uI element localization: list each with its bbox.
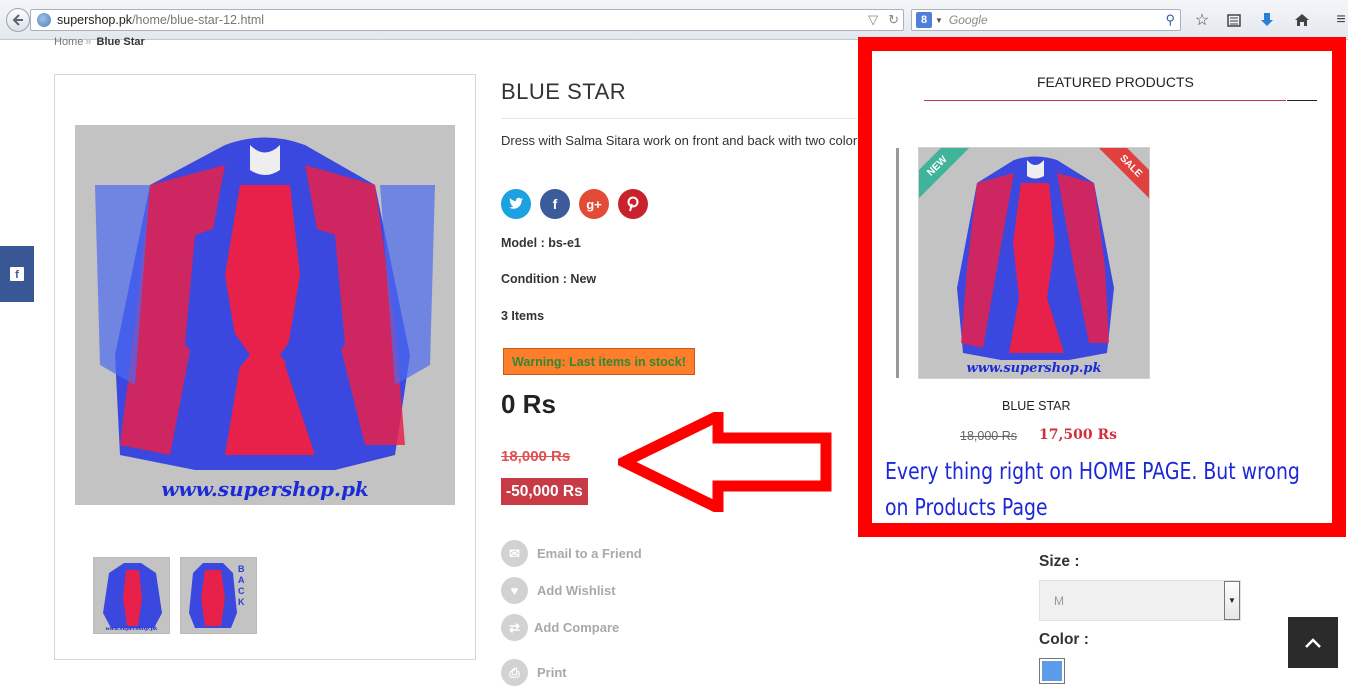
breadcrumb-current: Blue Star: [96, 36, 145, 48]
print-link[interactable]: ⎙ Print: [501, 659, 567, 686]
email-friend-label: Email to a Friend: [537, 546, 642, 561]
size-select-value: M: [1054, 594, 1064, 608]
shuffle-icon: ⇄: [501, 614, 528, 641]
bookmark-star-icon[interactable]: ☆: [1191, 9, 1213, 31]
printer-icon: ⎙: [501, 659, 528, 686]
globe-icon: [37, 13, 51, 27]
annotation-arrow-icon: [618, 412, 832, 512]
featured-old-price: 18,000 Rs: [960, 429, 1017, 443]
size-select[interactable]: M ▼: [1039, 580, 1241, 621]
featured-product-name[interactable]: BLUE STAR: [1002, 399, 1071, 413]
annotation-text: Every thing right on HOME PAGE. But wron…: [885, 454, 1311, 526]
featured-carousel-edge: [896, 148, 899, 378]
product-quantity: 3 Items: [501, 309, 545, 323]
breadcrumb: Home» Blue Star: [54, 36, 145, 48]
envelope-icon: ✉: [501, 540, 528, 567]
title-divider: [501, 118, 857, 119]
thumbnail-watermark: www.supershop.pk: [105, 626, 158, 632]
product-main-image[interactable]: www.supershop.pk: [75, 125, 455, 505]
download-icon[interactable]: [1256, 9, 1278, 31]
add-wishlist-link[interactable]: ♥ Add Wishlist: [501, 577, 616, 604]
product-thumbnail-front[interactable]: www.supershop.pk: [93, 557, 170, 634]
social-share-buttons: f g+: [501, 189, 648, 219]
engine-caret-icon[interactable]: ▼: [935, 16, 943, 25]
home-icon[interactable]: [1291, 9, 1313, 31]
address-bar[interactable]: supershop.pk/home/blue-star-12.html ▽ ↻: [30, 9, 904, 31]
main-image-watermark: www.supershop.pk: [161, 477, 369, 501]
facebook-icon: f: [10, 267, 24, 281]
featured-new-price: 17,500 Rs: [1039, 427, 1117, 443]
scroll-to-top-button[interactable]: [1288, 617, 1338, 668]
facebook-share-icon[interactable]: f: [540, 189, 570, 219]
breadcrumb-home-link[interactable]: Home: [54, 36, 83, 48]
pinterest-icon[interactable]: [618, 189, 648, 219]
featured-product-image[interactable]: NEW SALE www.supershop.pk: [918, 147, 1150, 379]
chevron-up-icon: [1305, 637, 1321, 648]
email-friend-link[interactable]: ✉ Email to a Friend: [501, 540, 642, 567]
featured-title-rule: [924, 100, 1286, 101]
product-description: Dress with Salma Sitara work on front an…: [501, 133, 859, 148]
add-wishlist-label: Add Wishlist: [537, 583, 616, 598]
dropdown-icon[interactable]: ▽: [868, 12, 878, 28]
reload-icon[interactable]: ↻: [888, 12, 899, 28]
back-button[interactable]: [6, 8, 30, 32]
menu-icon[interactable]: ≡: [1330, 9, 1348, 31]
product-condition: Condition : New: [501, 272, 597, 286]
breadcrumb-separator: »: [85, 36, 92, 48]
color-swatch-fill: [1042, 661, 1062, 681]
print-label: Print: [537, 665, 567, 680]
featured-products-title: FEATURED PRODUCTS: [1037, 74, 1194, 90]
dress-image: [95, 137, 435, 470]
chevron-down-icon[interactable]: ▼: [1224, 581, 1240, 620]
product-old-price: 18,000 Rs: [501, 448, 571, 465]
search-input[interactable]: Google: [949, 13, 988, 27]
facebook-side-tab[interactable]: f: [0, 246, 34, 302]
back-arrow-icon: [12, 14, 23, 26]
product-title: BLUE STAR: [501, 79, 627, 104]
annotation-line-1: Every thing right on HOME PAGE. But wron…: [885, 459, 1300, 485]
google-icon[interactable]: 8: [916, 12, 932, 28]
reading-list-icon[interactable]: [1223, 9, 1245, 31]
product-model: Model : bs-e1: [501, 236, 581, 250]
twitter-icon[interactable]: [501, 189, 531, 219]
color-swatch[interactable]: [1039, 658, 1065, 684]
search-bar[interactable]: 8 ▼ Google ⚲: [911, 9, 1181, 31]
google-plus-icon[interactable]: g+: [579, 189, 609, 219]
annotation-line-2: on Products Page: [885, 495, 1048, 521]
add-compare-link[interactable]: ⇄ Add Compare: [501, 614, 619, 641]
price-reduction-badge: -50,000 Rs: [501, 478, 588, 505]
color-label: Color :: [1039, 631, 1089, 648]
search-icon[interactable]: ⚲: [1165, 12, 1175, 28]
product-thumbnail-back[interactable]: BACK: [180, 557, 257, 634]
featured-image-watermark: www.supershop.pk: [966, 361, 1102, 376]
add-compare-label: Add Compare: [534, 620, 620, 635]
product-image-box: www.supershop.pk www.supershop.pk BACK: [54, 74, 476, 660]
thumbnail-back-text: BACK: [238, 564, 245, 607]
stock-warning-badge: Warning: Last items in stock!: [503, 348, 695, 375]
heart-icon: ♥: [501, 577, 528, 604]
size-label: Size :: [1039, 553, 1080, 570]
featured-dress-image: [957, 156, 1114, 360]
browser-toolbar: supershop.pk/home/blue-star-12.html ▽ ↻ …: [0, 0, 1348, 40]
featured-title-rule-accent: [1287, 100, 1317, 101]
url-text: supershop.pk/home/blue-star-12.html: [57, 13, 265, 27]
product-price: 0 Rs: [501, 389, 556, 419]
